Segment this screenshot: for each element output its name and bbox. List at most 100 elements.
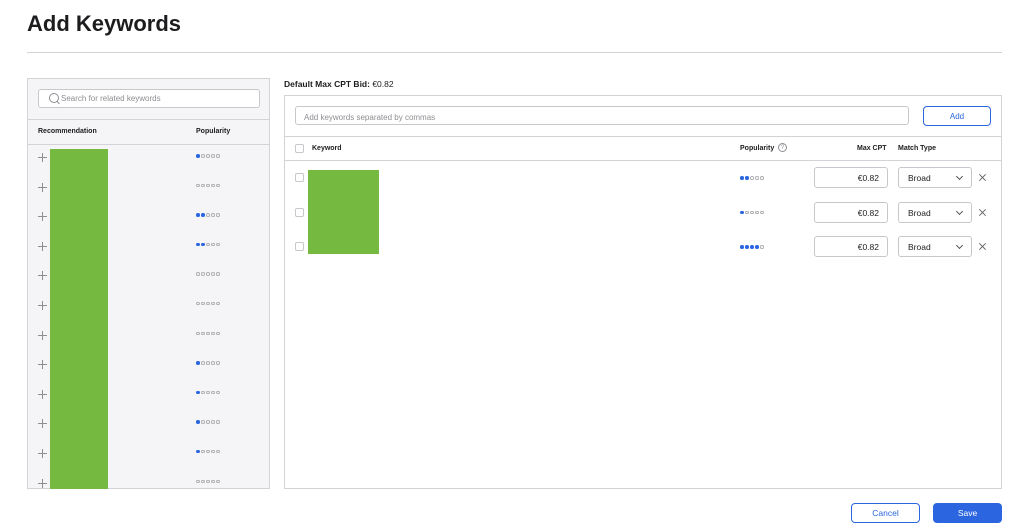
add-keyword-plus-icon[interactable]	[38, 300, 47, 310]
popularity-dot	[216, 420, 220, 424]
popularity-dot	[196, 420, 200, 424]
add-keyword-plus-icon[interactable]	[38, 360, 47, 370]
popularity-dot	[750, 176, 754, 180]
popularity-indicator	[740, 210, 765, 214]
remove-keyword-close-icon[interactable]	[978, 242, 987, 251]
add-keyword-plus-icon[interactable]	[38, 271, 47, 281]
popularity-dot	[216, 449, 220, 454]
popularity-dot	[216, 213, 220, 217]
popularity-dot	[740, 210, 744, 214]
popularity-indicator	[196, 390, 221, 395]
add-keyword-plus-icon[interactable]	[38, 419, 47, 429]
search-icon	[49, 93, 59, 103]
popularity-dot	[206, 449, 210, 454]
add-keyword-plus-icon[interactable]	[38, 182, 47, 192]
add-keyword-plus-icon[interactable]	[38, 448, 47, 458]
popularity-dot	[760, 176, 764, 180]
popularity-dot	[201, 361, 205, 365]
row-checkbox[interactable]	[295, 207, 304, 217]
popularity-dot	[216, 154, 220, 158]
select-all-checkbox[interactable]	[295, 144, 304, 153]
popularity-dot	[196, 331, 200, 336]
column-max-cpt: Max CPT	[857, 145, 887, 152]
popularity-dot	[206, 213, 210, 217]
save-button[interactable]: Save	[933, 503, 1002, 523]
popularity-dot	[206, 420, 210, 424]
popularity-dot	[201, 331, 205, 336]
popularity-dot	[201, 242, 205, 247]
max-cpt-input[interactable]	[815, 203, 887, 222]
popularity-dot	[211, 331, 215, 336]
max-cpt-field[interactable]	[814, 167, 888, 188]
popularity-indicator	[196, 242, 221, 247]
add-keyword-plus-icon[interactable]	[38, 212, 47, 222]
popularity-dot	[216, 272, 220, 276]
match-type-select[interactable]: Broad	[898, 201, 972, 223]
search-box[interactable]	[38, 89, 260, 108]
match-type-select[interactable]: Broad	[898, 167, 972, 188]
popularity-dot	[206, 301, 210, 306]
match-type-value: Broad	[908, 173, 931, 183]
max-cpt-input[interactable]	[815, 168, 887, 188]
add-button[interactable]: Add	[923, 106, 991, 126]
remove-keyword-close-icon[interactable]	[978, 208, 987, 217]
popularity-dot	[206, 390, 210, 395]
popularity-dot	[745, 176, 749, 180]
popularity-dot	[740, 245, 744, 249]
popularity-dot	[755, 210, 759, 214]
search-input[interactable]	[61, 90, 251, 107]
add-keyword-plus-icon[interactable]	[38, 389, 47, 399]
column-match-type: Match Type	[898, 145, 936, 152]
popularity-dot	[750, 210, 754, 214]
popularity-dot	[196, 154, 200, 158]
max-cpt-field[interactable]	[814, 236, 888, 257]
popularity-indicator	[196, 479, 221, 484]
max-cpt-input[interactable]	[815, 237, 887, 257]
popularity-dot	[201, 154, 205, 158]
max-cpt-field[interactable]	[814, 201, 888, 223]
popularity-dot	[201, 272, 205, 276]
keyword-row: Broad	[285, 230, 1001, 265]
popularity-dot	[211, 183, 215, 188]
add-keyword-plus-icon[interactable]	[38, 241, 47, 251]
popularity-dot	[740, 176, 744, 180]
popularity-dot	[196, 272, 200, 276]
remove-keyword-close-icon[interactable]	[978, 173, 987, 182]
popularity-indicator	[196, 272, 221, 276]
popularity-indicator	[740, 176, 765, 180]
popularity-dot	[206, 272, 210, 276]
cancel-button[interactable]: Cancel	[851, 503, 920, 523]
popularity-dot	[216, 183, 220, 188]
popularity-dot	[211, 479, 215, 484]
row-checkbox[interactable]	[295, 173, 304, 182]
column-recommendation: Recommendation	[38, 128, 97, 135]
popularity-dot	[216, 390, 220, 395]
popularity-dot	[196, 390, 200, 395]
help-icon[interactable]: ?	[778, 143, 787, 152]
popularity-dot	[206, 242, 210, 247]
default-bid-label: Default Max CPT Bid:	[284, 79, 370, 89]
match-type-select[interactable]: Broad	[898, 236, 972, 257]
popularity-dot	[755, 245, 759, 249]
popularity-indicator	[196, 301, 221, 306]
popularity-dot	[211, 390, 215, 395]
add-keyword-plus-icon[interactable]	[38, 153, 47, 162]
popularity-dot	[206, 331, 210, 336]
keyword-input-box[interactable]	[295, 106, 909, 126]
add-keyword-plus-icon[interactable]	[38, 478, 47, 488]
row-checkbox[interactable]	[295, 242, 304, 251]
column-popularity: Popularity	[196, 128, 231, 135]
keyword-input[interactable]	[296, 109, 908, 126]
popularity-dot	[211, 420, 215, 424]
keywords-header: Keyword Popularity ? Max CPT Match Type	[285, 136, 1001, 161]
column-keyword: Keyword	[312, 145, 342, 152]
popularity-dot	[201, 390, 205, 395]
popularity-dot	[206, 154, 210, 158]
popularity-indicator	[196, 183, 221, 188]
popularity-dot	[760, 210, 764, 214]
popularity-indicator	[196, 449, 221, 454]
add-keyword-plus-icon[interactable]	[38, 330, 47, 340]
popularity-dot	[196, 183, 200, 188]
popularity-dot	[211, 213, 215, 217]
popularity-dot	[196, 449, 200, 454]
